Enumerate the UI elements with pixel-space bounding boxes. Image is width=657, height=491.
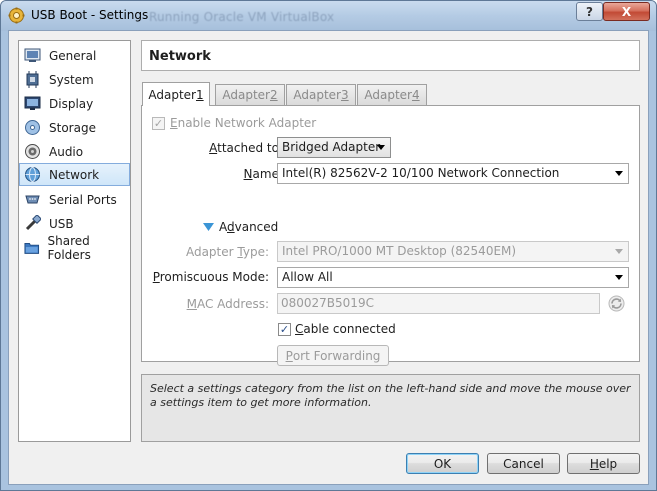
tab-adapter-2[interactable]: Adapter 2 <box>215 84 285 105</box>
cancel-button[interactable]: Cancel <box>487 453 560 474</box>
serial-ports-icon <box>25 195 40 204</box>
sidebar-item-display[interactable]: Display <box>20 92 129 115</box>
cable-connected-label: Cable connected <box>295 322 396 336</box>
chevron-down-icon <box>615 275 623 280</box>
sidebar-item-usb[interactable]: USB <box>20 212 129 235</box>
sidebar-item-label: System <box>49 72 94 87</box>
tab-adapter-1[interactable]: Adapter 1 <box>142 82 210 106</box>
cable-connected-checkbox[interactable]: ✓ <box>278 323 291 336</box>
sidebar-item-system[interactable]: System <box>20 68 129 91</box>
mac-address-field[interactable]: 080027B5019C <box>277 293 600 314</box>
help-titlebar-button[interactable]: ? <box>576 2 603 21</box>
refresh-mac-icon[interactable] <box>608 295 625 312</box>
adapter-settings-pane: ✓ Enable Network Adapter Attached to: Br… <box>141 105 640 366</box>
adapter-type-select[interactable]: Intel PRO/1000 MT Desktop (82540EM) <box>277 241 629 262</box>
port-forwarding-button[interactable]: Port Forwarding <box>277 345 389 366</box>
promiscuous-mode-label: Promiscuous Mode: <box>152 270 269 284</box>
usb-icon <box>25 215 41 231</box>
sidebar-item-network[interactable]: Network <box>19 163 130 186</box>
dialog-client-area: General System Display Storage Audio Net… <box>8 30 649 485</box>
tab-adapter-4[interactable]: Adapter 4 <box>357 84 427 105</box>
chevron-down-icon <box>377 145 385 150</box>
gear-icon <box>8 7 25 24</box>
tab-mnemonic: 1 <box>195 87 204 102</box>
sidebar-item-label: Storage <box>49 120 96 135</box>
page-title: Network <box>141 40 640 71</box>
sidebar-item-serial-ports[interactable]: Serial Ports <box>20 188 129 211</box>
tab-label: Adapter <box>222 88 270 102</box>
sidebar-item-label: Audio <box>49 144 84 159</box>
adapter-type-value: Intel PRO/1000 MT Desktop (82540EM) <box>282 244 517 258</box>
sidebar-item-audio[interactable]: Audio <box>20 140 129 163</box>
tab-mnemonic: 2 <box>269 88 278 102</box>
display-icon <box>24 96 41 110</box>
sidebar-item-label: USB <box>49 216 74 231</box>
tab-label: Adapter <box>148 87 196 102</box>
attached-to-select[interactable]: Bridged Adapter <box>277 137 391 158</box>
adapter-name-value: Intel(R) 82562V-2 10/100 Network Connect… <box>282 166 560 180</box>
shared-folders-icon <box>24 242 40 254</box>
ok-button[interactable]: OK <box>406 453 479 474</box>
expand-triangle-icon[interactable] <box>203 223 214 232</box>
sidebar-item-label: Network <box>49 167 100 182</box>
promiscuous-mode-select[interactable]: Allow All <box>277 267 629 288</box>
audio-icon <box>25 144 40 159</box>
help-info-box: Select a settings category from the list… <box>141 374 640 442</box>
network-icon <box>25 167 40 182</box>
general-icon <box>24 48 41 62</box>
storage-icon <box>25 120 40 135</box>
sidebar-item-label: General <box>49 48 97 63</box>
system-icon <box>26 71 39 88</box>
help-button[interactable]: Help <box>567 453 640 474</box>
attached-to-label: Attached to: <box>209 141 283 155</box>
adapter-name-select[interactable]: Intel(R) 82562V-2 10/100 Network Connect… <box>277 163 629 184</box>
window-title: USB Boot - Settings <box>31 8 149 22</box>
close-button[interactable]: X <box>603 2 650 21</box>
sidebar-item-shared-folders[interactable]: Shared Folders <box>20 233 129 262</box>
tab-mnemonic: 4 <box>411 88 420 102</box>
tab-label: Adapter <box>364 88 412 102</box>
settings-window: USB Boot - Settings Running Oracle VM Vi… <box>0 0 657 491</box>
adapter-type-label: Adapter Type: <box>185 245 269 259</box>
title-bar[interactable]: USB Boot - Settings Running Oracle VM Vi… <box>1 1 656 31</box>
category-list[interactable]: General System Display Storage Audio Net… <box>18 40 131 442</box>
enable-adapter-checkbox[interactable]: ✓ <box>152 117 165 130</box>
sidebar-item-general[interactable]: General <box>20 44 129 67</box>
chevron-down-icon <box>615 171 623 176</box>
close-icon: X <box>621 4 632 19</box>
mac-address-label: MAC Address: <box>186 297 269 311</box>
chevron-down-icon <box>615 249 623 254</box>
attached-to-value: Bridged Adapter <box>282 140 381 154</box>
promiscuous-mode-value: Allow All <box>282 270 333 284</box>
tab-label: Adapter <box>293 88 341 102</box>
tab-adapter-3[interactable]: Adapter 3 <box>286 84 356 105</box>
tab-mnemonic: 3 <box>340 88 349 102</box>
sidebar-item-label: Serial Ports <box>49 192 117 207</box>
sidebar-item-storage[interactable]: Storage <box>20 116 129 139</box>
enable-adapter-label: Enable Network Adapter <box>170 116 317 130</box>
background-window-title: Running Oracle VM VirtualBox <box>149 10 335 24</box>
sidebar-item-label: Display <box>49 96 94 111</box>
sidebar-item-label: Shared Folders <box>47 233 91 262</box>
advanced-toggle[interactable]: Advanced <box>219 220 278 234</box>
